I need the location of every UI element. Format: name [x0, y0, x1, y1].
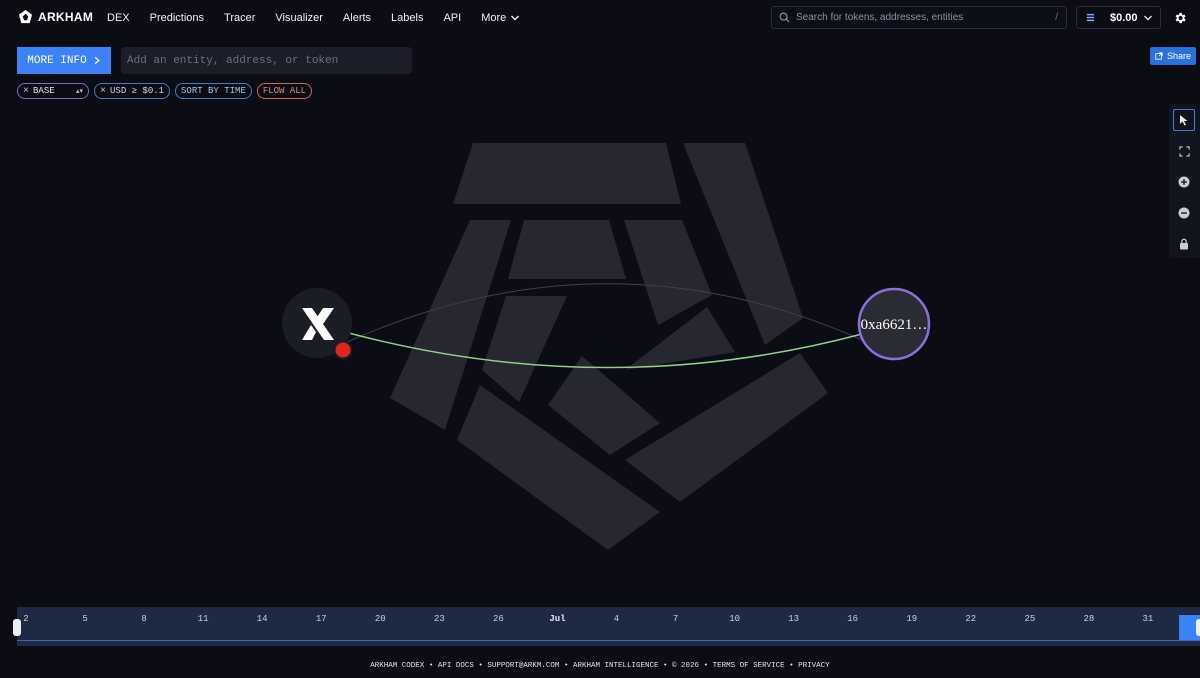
footer-separator: • [789, 662, 794, 670]
footer-separator: • [428, 662, 434, 670]
timeline-tick-label: 26 [492, 614, 504, 624]
address-node-label: 0xa6621… [861, 317, 928, 333]
entity-search-input[interactable] [121, 47, 412, 74]
timeline-tick-label: 16 [847, 614, 859, 624]
timeline-tick-label: 25 [1024, 614, 1036, 624]
timeline-tick-label: 22 [965, 614, 977, 624]
minus-circle-icon [1178, 207, 1190, 219]
expand-icon [1178, 145, 1190, 157]
nav-alerts[interactable]: Alerts [343, 12, 371, 24]
timeline[interactable]: 2 5 8 11 14 17 20 23 26 Jul 4 7 10 13 16 19 22 25 28 31 [17, 607, 1200, 646]
timeline-tick-label: Jul [549, 614, 566, 624]
cursor-icon [1180, 115, 1188, 126]
lock-button[interactable] [1173, 233, 1195, 255]
search-input[interactable] [796, 12, 1056, 23]
footer-copyright: © 2026 [672, 662, 700, 670]
footer-separator: • [663, 662, 668, 670]
fit-view-button[interactable] [1173, 140, 1195, 162]
timeline-start-handle[interactable] [13, 619, 21, 636]
wallet-icon [1086, 13, 1095, 22]
footer-arkham-codex-link[interactable]: ARKHAM CODEX [370, 662, 424, 670]
footer: ARKHAM CODEX • API DOCS • SUPPORT@ARKM.C… [0, 662, 1200, 670]
node-x-entity[interactable] [282, 288, 353, 360]
zoom-in-button[interactable] [1173, 171, 1195, 193]
chevron-down-icon [1143, 13, 1153, 23]
timeline-tick-label: 8 [141, 614, 147, 624]
nav-dex[interactable]: DEX [107, 12, 130, 24]
footer-arkham-intelligence-link[interactable]: ARKHAM INTELLIGENCE [573, 662, 659, 670]
footer-separator: • [563, 662, 569, 670]
graph-toolbar [1169, 104, 1200, 258]
timeline-axis [17, 640, 1200, 641]
search-shortcut-hint: / [1055, 12, 1058, 23]
nav-predictions[interactable]: Predictions [150, 12, 204, 24]
nav-tracer[interactable]: Tracer [224, 12, 255, 24]
arkham-logo-icon [18, 9, 33, 24]
timeline-tick-label: 4 [613, 614, 620, 624]
graph-canvas[interactable]: 0xa6621… [0, 90, 1200, 605]
gear-icon[interactable] [1173, 11, 1187, 25]
timeline-tick-label: 14 [256, 614, 268, 624]
share-button[interactable]: Share [1150, 47, 1196, 65]
select-tool-button[interactable] [1173, 109, 1195, 131]
footer-terms-link[interactable]: TERMS OF SERVICE [713, 662, 785, 670]
chevron-down-icon [511, 15, 520, 21]
timeline-tick-label: 17 [315, 614, 327, 624]
timeline-tick-label: 11 [197, 614, 209, 624]
footer-support-email-link[interactable]: SUPPORT@ARKM.COM [487, 662, 559, 670]
chevron-right-icon [94, 56, 100, 65]
share-icon [1155, 52, 1163, 60]
more-info-label: MORE INFO [27, 54, 87, 67]
timeline-tick-label: 19 [906, 614, 918, 624]
timeline-tick-label: 2 [23, 614, 29, 624]
nav-api[interactable]: API [443, 12, 461, 24]
wallet-button[interactable]: $0.00 [1076, 6, 1161, 29]
node-address[interactable]: 0xa6621… [857, 287, 931, 361]
footer-separator: • [703, 662, 709, 670]
nav-more-label: More [481, 12, 507, 24]
share-label: Share [1166, 51, 1192, 61]
timeline-tick-label: 31 [1142, 614, 1154, 624]
timeline-tick-label: 7 [672, 614, 679, 624]
lock-icon [1180, 238, 1188, 250]
plus-circle-icon [1178, 176, 1190, 188]
timeline-tick-label: 5 [82, 614, 88, 624]
timeline-tick-label: 28 [1083, 614, 1095, 624]
nav-more[interactable]: More [481, 12, 520, 24]
arkham-logo[interactable]: ARKHAM [18, 9, 93, 24]
footer-separator: • [478, 662, 483, 670]
timeline-tick-label: 10 [729, 614, 740, 624]
more-info-button[interactable]: MORE INFO [17, 47, 111, 74]
top-bar: ARKHAM DEX Predictions Tracer Visualizer… [0, 0, 1200, 36]
alert-badge [333, 340, 353, 360]
footer-privacy-link[interactable]: PRIVACY [798, 662, 830, 670]
nav-visualizer[interactable]: Visualizer [275, 12, 323, 24]
zoom-out-button[interactable] [1173, 202, 1195, 224]
global-search[interactable]: / [771, 6, 1067, 29]
wallet-balance: $0.00 [1110, 11, 1138, 24]
footer-api-docs-link[interactable]: API DOCS [438, 662, 474, 670]
brand-name: ARKHAM [38, 9, 94, 24]
search-icon [779, 12, 790, 23]
timeline-end-handle[interactable] [1196, 619, 1200, 636]
nav-labels[interactable]: Labels [391, 12, 423, 24]
timeline-tick-label: 23 [433, 614, 445, 624]
timeline-tick-label: 20 [374, 614, 386, 624]
main-nav: DEX Predictions Tracer Visualizer Alerts… [107, 0, 520, 36]
timeline-tick-label: 13 [788, 614, 800, 624]
arkham-watermark [390, 143, 828, 550]
